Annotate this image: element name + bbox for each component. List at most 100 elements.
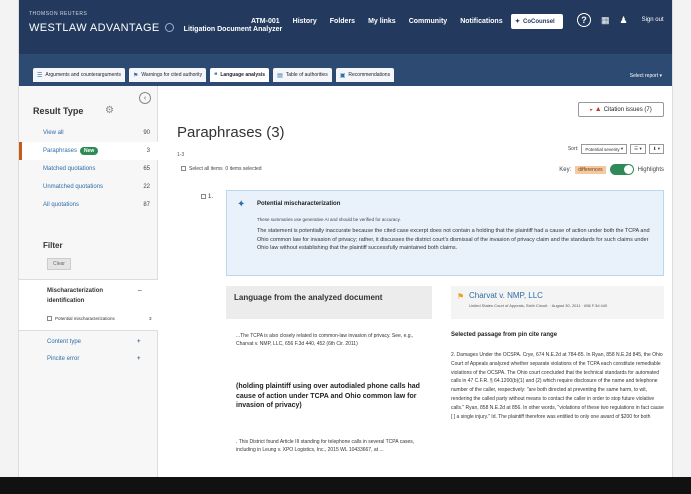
ring-icon: [164, 23, 174, 32]
analyzed-text-after: . This District found Article III standi…: [236, 439, 415, 453]
analyzed-text-before: ...The TCPA is also closely related to c…: [236, 333, 414, 347]
filter-sidebar: ‹ Result Type ⚙ View all 90 Paraphrases Ne…: [19, 86, 158, 494]
result-type-view-all[interactable]: View all 90: [19, 124, 158, 142]
filter-option-label: Potential mischaracterizations: [55, 316, 115, 321]
grid-icon[interactable]: ▦: [601, 15, 610, 26]
pin-cite-heading: Selected passage from pin cite range: [451, 332, 558, 338]
select-all-checkbox[interactable]: [181, 166, 186, 171]
cocounsel-icon: ✦: [515, 19, 521, 25]
clear-filters-button[interactable]: Clear: [47, 258, 71, 270]
highlights-label: Highlights: [637, 166, 664, 173]
cocounsel-label: CoCounsel: [523, 18, 555, 25]
result-type-heading: Result Type: [33, 106, 84, 116]
result-count: 3: [146, 148, 150, 154]
content-type-filter[interactable]: Content type +: [47, 339, 141, 345]
help-icon[interactable]: ?: [577, 13, 591, 27]
row-number: 1.: [208, 194, 214, 200]
tab-label: Warnings for cited authority: [141, 72, 203, 78]
filter-section-title[interactable]: Mischaracterization identification: [47, 286, 127, 306]
signout-link[interactable]: Sign out: [642, 17, 664, 23]
result-type-list: View all 90 Paraphrases New 3 Matched quota…: [19, 124, 158, 214]
result-type-label: Unmatched quotations: [43, 184, 104, 190]
key-label: Key:: [559, 166, 572, 173]
nav-my-links[interactable]: My links: [368, 18, 396, 25]
table-icon: ▤: [277, 72, 283, 79]
nav-notifications[interactable]: Notifications: [460, 18, 502, 25]
expand-plus-icon: +: [137, 339, 141, 345]
nav-client-id[interactable]: ATM-001: [251, 18, 280, 25]
sort-select[interactable]: Potential severity ▾: [581, 144, 628, 154]
product-name: Litigation Document Analyzer: [183, 26, 283, 33]
cocounsel-button[interactable]: ✦ CoCounsel: [511, 14, 563, 29]
alert-body: The statement is potentially inaccurate …: [257, 228, 650, 251]
paraphrase-highlight: (holding plaintiff using over autodialed…: [236, 383, 420, 409]
bottom-bar: [0, 477, 691, 494]
sort-controls: Sort: Potential severity ▾ ☰ ▾ ⬇ ▾: [568, 144, 664, 154]
pin-cite-passage: 2. Damages Under the OCSPA. Crye, 674 N.…: [451, 352, 664, 420]
quote-icon: ❝: [214, 72, 218, 79]
filter-label: Pincite error: [47, 356, 80, 362]
nav-folders[interactable]: Folders: [330, 18, 355, 25]
alert-disclaimer: These summaries use generative AI and sh…: [257, 217, 401, 222]
sort-value: Potential severity: [585, 146, 620, 152]
result-type-matched-quotations[interactable]: Matched quotations 65: [19, 160, 158, 178]
top-icons: ? ▦ ♟ Sign out: [577, 13, 664, 27]
expand-plus-icon: +: [137, 356, 141, 362]
settings-icon[interactable]: ⚙: [105, 105, 114, 116]
tab-warnings[interactable]: ⚑ Warnings for cited authority: [129, 68, 207, 82]
pincite-error-filter[interactable]: Pincite error +: [47, 356, 141, 362]
sparkle-icon: ✦: [237, 199, 246, 210]
brand-small-text: THOMSON REUTERS: [29, 11, 88, 17]
result-type-all-quotations[interactable]: All quotations 87: [19, 196, 158, 214]
select-report-dropdown[interactable]: Select report ▾: [630, 73, 662, 79]
report-tabs: ☰ Arguments and counterarguments ⚑ Warning…: [33, 68, 395, 82]
tab-label: Table of authorities: [285, 72, 328, 78]
highlights-toggle[interactable]: [609, 164, 634, 175]
result-type-paraphrases[interactable]: Paraphrases New 3: [19, 142, 158, 160]
result-count: 65: [143, 166, 150, 172]
row-checkbox[interactable]: [201, 194, 206, 199]
download-button[interactable]: ⬇ ▾: [648, 144, 664, 154]
new-badge: New: [80, 147, 99, 155]
tab-label: Recommendations: [348, 72, 391, 78]
flag-icon: ⚑: [457, 292, 465, 301]
differences-tag: differences: [575, 165, 606, 174]
select-all[interactable]: Select all items 0 items selected: [181, 166, 262, 172]
brand-logo[interactable]: THOMSON REUTERS WESTLAW ADVANTAGE Litigat…: [29, 12, 282, 35]
filter-option-count: 3: [149, 316, 152, 321]
cited-case-header: ⚑ Charvat v. NMP, LLC United States Cour…: [451, 286, 664, 319]
filter-option-potential-mischaracterizations[interactable]: Potential mischaracterizations 3: [47, 316, 152, 321]
citation-issues-button[interactable]: ▸ ▲ Citation issues (7): [578, 102, 664, 117]
result-type-label: Matched quotations: [43, 166, 96, 172]
tab-table-of-authorities[interactable]: ▤ Table of authorities: [273, 68, 332, 82]
user-icon[interactable]: ♟: [620, 15, 628, 26]
case-name-link[interactable]: Charvat v. NMP, LLC: [469, 291, 543, 300]
select-report-label: Select report: [629, 73, 659, 79]
chevron-down-icon: ▾: [659, 73, 662, 79]
warning-icon: ▲: [594, 106, 602, 113]
nav-community[interactable]: Community: [409, 18, 448, 25]
caret-icon: ▸: [590, 106, 593, 113]
list-icon: ☰: [37, 72, 43, 79]
result-row-select[interactable]: 1.: [201, 194, 213, 200]
checkbox[interactable]: [47, 316, 52, 321]
view-options-button[interactable]: ☰ ▾: [630, 144, 646, 154]
mischaracterization-alert: ✦ Potential mischaracterization These su…: [226, 190, 664, 276]
brand-name: WESTLAW ADVANTAGE: [29, 22, 160, 34]
tab-arguments[interactable]: ☰ Arguments and counterarguments: [33, 68, 125, 82]
collapse-section-icon[interactable]: −: [137, 286, 142, 295]
nav-history[interactable]: History: [293, 18, 317, 25]
flag-icon: ⚑: [133, 72, 139, 79]
tab-language-analysis[interactable]: ❝ Language analysis: [210, 68, 270, 82]
items-selected-count: 0 items selected: [225, 166, 262, 172]
result-type-unmatched-quotations[interactable]: Unmatched quotations 22: [19, 178, 158, 196]
top-navigation-bar: THOMSON REUTERS WESTLAW ADVANTAGE Litigat…: [19, 0, 672, 54]
tab-recommendations[interactable]: ▣ Recommendations: [335, 68, 395, 82]
result-type-label: View all: [43, 130, 64, 136]
tab-label: Arguments and counterarguments: [45, 72, 121, 78]
tab-label: Language analysis: [220, 72, 266, 78]
collapse-sidebar-icon[interactable]: ‹: [139, 92, 151, 104]
page-title: Paraphrases (3): [177, 124, 285, 141]
alert-title: Potential mischaracterization: [257, 201, 341, 207]
highlight-key: Key: differences Highlights: [559, 164, 664, 175]
